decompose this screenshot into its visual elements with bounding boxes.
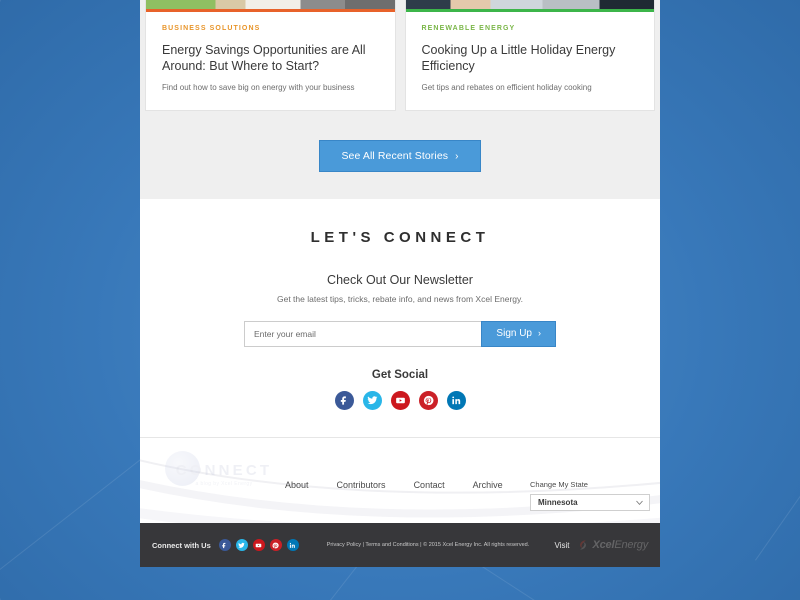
newsletter-signup-form: Sign Up › <box>244 320 556 347</box>
orb-icon <box>165 450 200 486</box>
linkedin-icon[interactable] <box>446 390 466 410</box>
sign-up-button[interactable]: Sign Up › <box>481 320 556 347</box>
swirl-icon <box>579 540 586 550</box>
change-state-label: Change My State <box>530 479 588 489</box>
story-card-image <box>146 0 395 9</box>
legal-line: Privacy Policy | Terms and Conditions | … <box>327 542 530 548</box>
see-all-label: See All Recent Stories <box>341 149 449 162</box>
brand-name-bold: Xcel <box>592 539 615 551</box>
footer-links: About Contributors Contact Archive <box>285 480 503 490</box>
watermark-subtext: a blog by Xcel Energy <box>195 481 253 488</box>
twitter-icon[interactable] <box>235 539 248 551</box>
newsletter-subtitle: Get the latest tips, tricks, rebate info… <box>277 293 523 304</box>
footer-link-archive[interactable]: Archive <box>473 480 503 490</box>
change-state-control: Change My State Minnesota <box>530 480 650 511</box>
lets-connect-heading: LET'S CONNECT <box>310 228 490 246</box>
story-card-title[interactable]: Cooking Up a Little Holiday Energy Effic… <box>422 43 639 74</box>
youtube-icon[interactable] <box>252 539 265 551</box>
state-select[interactable]: Minnesota <box>530 493 650 511</box>
newsletter-title: Check Out Our Newsletter <box>327 272 473 287</box>
twitter-icon[interactable] <box>362 390 382 410</box>
facebook-icon[interactable] <box>334 390 354 410</box>
get-social-heading: Get Social <box>371 368 429 381</box>
story-card-description: Get tips and rebates on efficient holida… <box>421 83 592 93</box>
facebook-icon[interactable] <box>218 539 231 551</box>
connect-with-us-label: Connect with Us <box>152 540 211 550</box>
chevron-down-icon <box>636 500 643 505</box>
visit-label: Visit <box>554 540 570 550</box>
visit-brand-block[interactable]: Visit XcelEnergy <box>554 538 649 552</box>
watermark-text: CONNECT <box>175 462 273 480</box>
story-card-image <box>405 0 654 9</box>
youtube-icon[interactable] <box>390 390 410 410</box>
xcel-energy-logo[interactable]: XcelEnergy <box>576 538 648 552</box>
story-card-category: RENEWABLE ENERGY <box>421 25 516 32</box>
story-card[interactable]: BUSINESS SOLUTIONS Energy Savings Opport… <box>145 0 396 111</box>
bottom-bar: Connect with Us Privacy Policy | Terms a… <box>140 523 660 567</box>
footer-link-contact[interactable]: Contact <box>414 480 445 490</box>
brand-name-light: Energy <box>614 539 648 551</box>
see-all-recent-stories-button[interactable]: See All Recent Stories › <box>319 139 481 172</box>
chevron-right-icon: › <box>538 328 541 339</box>
linkedin-icon[interactable] <box>286 539 299 551</box>
story-card-category: BUSINESS SOLUTIONS <box>162 25 261 32</box>
terms-link[interactable]: Terms and Conditions <box>365 542 418 548</box>
story-card-title[interactable]: Energy Savings Opportunities are All Aro… <box>162 43 379 74</box>
footer-link-about[interactable]: About <box>285 480 309 490</box>
sign-up-label: Sign Up <box>496 328 532 340</box>
social-links-row <box>140 390 660 410</box>
connect-watermark-logo: CONNECT a blog by Xcel Energy <box>149 450 299 500</box>
chevron-right-icon: › <box>455 150 459 162</box>
state-select-value: Minnesota <box>538 497 578 507</box>
pinterest-icon[interactable] <box>418 390 438 410</box>
legal-separator-2: | <box>420 542 422 548</box>
privacy-policy-link[interactable]: Privacy Policy <box>327 542 361 548</box>
story-card[interactable]: RENEWABLE ENERGY Cooking Up a Little Hol… <box>404 0 655 111</box>
recent-stories-section: BUSINESS SOLUTIONS Energy Savings Opport… <box>140 0 660 199</box>
pinterest-icon[interactable] <box>269 539 282 551</box>
bottom-social-links <box>218 539 299 551</box>
page-container: BUSINESS SOLUTIONS Energy Savings Opport… <box>140 0 660 567</box>
lets-connect-section: LET'S CONNECT Check Out Our Newsletter G… <box>140 198 660 438</box>
story-card-description: Find out how to save big on energy with … <box>162 83 355 93</box>
copyright-text: © 2015 Xcel Energy Inc. All rights reser… <box>423 542 530 548</box>
footer-link-contributors[interactable]: Contributors <box>337 480 386 490</box>
email-input[interactable] <box>244 320 482 347</box>
legal-separator-1: | <box>362 542 364 548</box>
story-card-list: BUSINESS SOLUTIONS Energy Savings Opport… <box>140 0 660 111</box>
